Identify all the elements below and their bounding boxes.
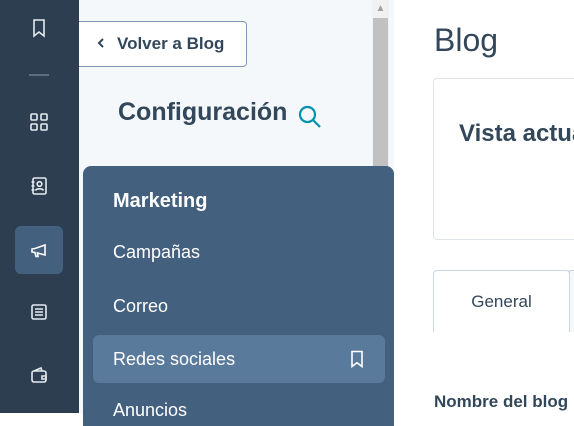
tab-general[interactable]: General — [433, 270, 570, 332]
card-title: Vista actual — [459, 120, 574, 147]
global-nav-rail — [0, 0, 79, 413]
bookmark-icon[interactable] — [349, 350, 365, 369]
tab-label: General — [471, 291, 532, 311]
settings-title: Configuración — [118, 98, 288, 126]
menu-item-correo[interactable]: Correo — [113, 296, 168, 317]
bookmark-icon[interactable] — [23, 12, 55, 44]
scroll-up-arrow[interactable]: ▲ — [372, 0, 389, 16]
wallet-icon[interactable] — [23, 360, 55, 392]
blog-name-label: Nombre del blog — [434, 392, 569, 411]
tab-next[interactable] — [569, 270, 574, 332]
search-icon[interactable] — [297, 104, 323, 130]
contacts-icon[interactable] — [23, 170, 55, 202]
menu-heading-marketing[interactable]: Marketing — [113, 190, 207, 213]
chevron-left-icon — [95, 34, 107, 54]
apps-grid-icon[interactable] — [23, 106, 55, 138]
page-title: Blog — [434, 22, 499, 58]
megaphone-icon[interactable] — [15, 226, 63, 274]
menu-item-campanas[interactable]: Campañas — [113, 242, 200, 263]
rail-divider — [29, 74, 49, 76]
current-view-card — [433, 78, 574, 240]
back-to-blog-button[interactable]: Volver a Blog — [79, 21, 247, 67]
content-icon[interactable] — [23, 296, 55, 328]
menu-item-redes-sociales[interactable]: Redes sociales — [93, 335, 385, 383]
menu-item-label: Redes sociales — [113, 349, 236, 369]
back-button-label: Volver a Blog — [117, 34, 225, 53]
menu-item-anuncios[interactable]: Anuncios — [113, 400, 187, 421]
